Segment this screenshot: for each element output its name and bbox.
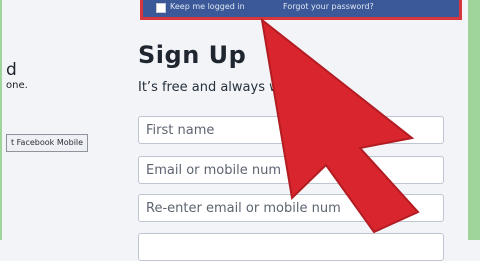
red-arrow-icon [260, 17, 420, 234]
